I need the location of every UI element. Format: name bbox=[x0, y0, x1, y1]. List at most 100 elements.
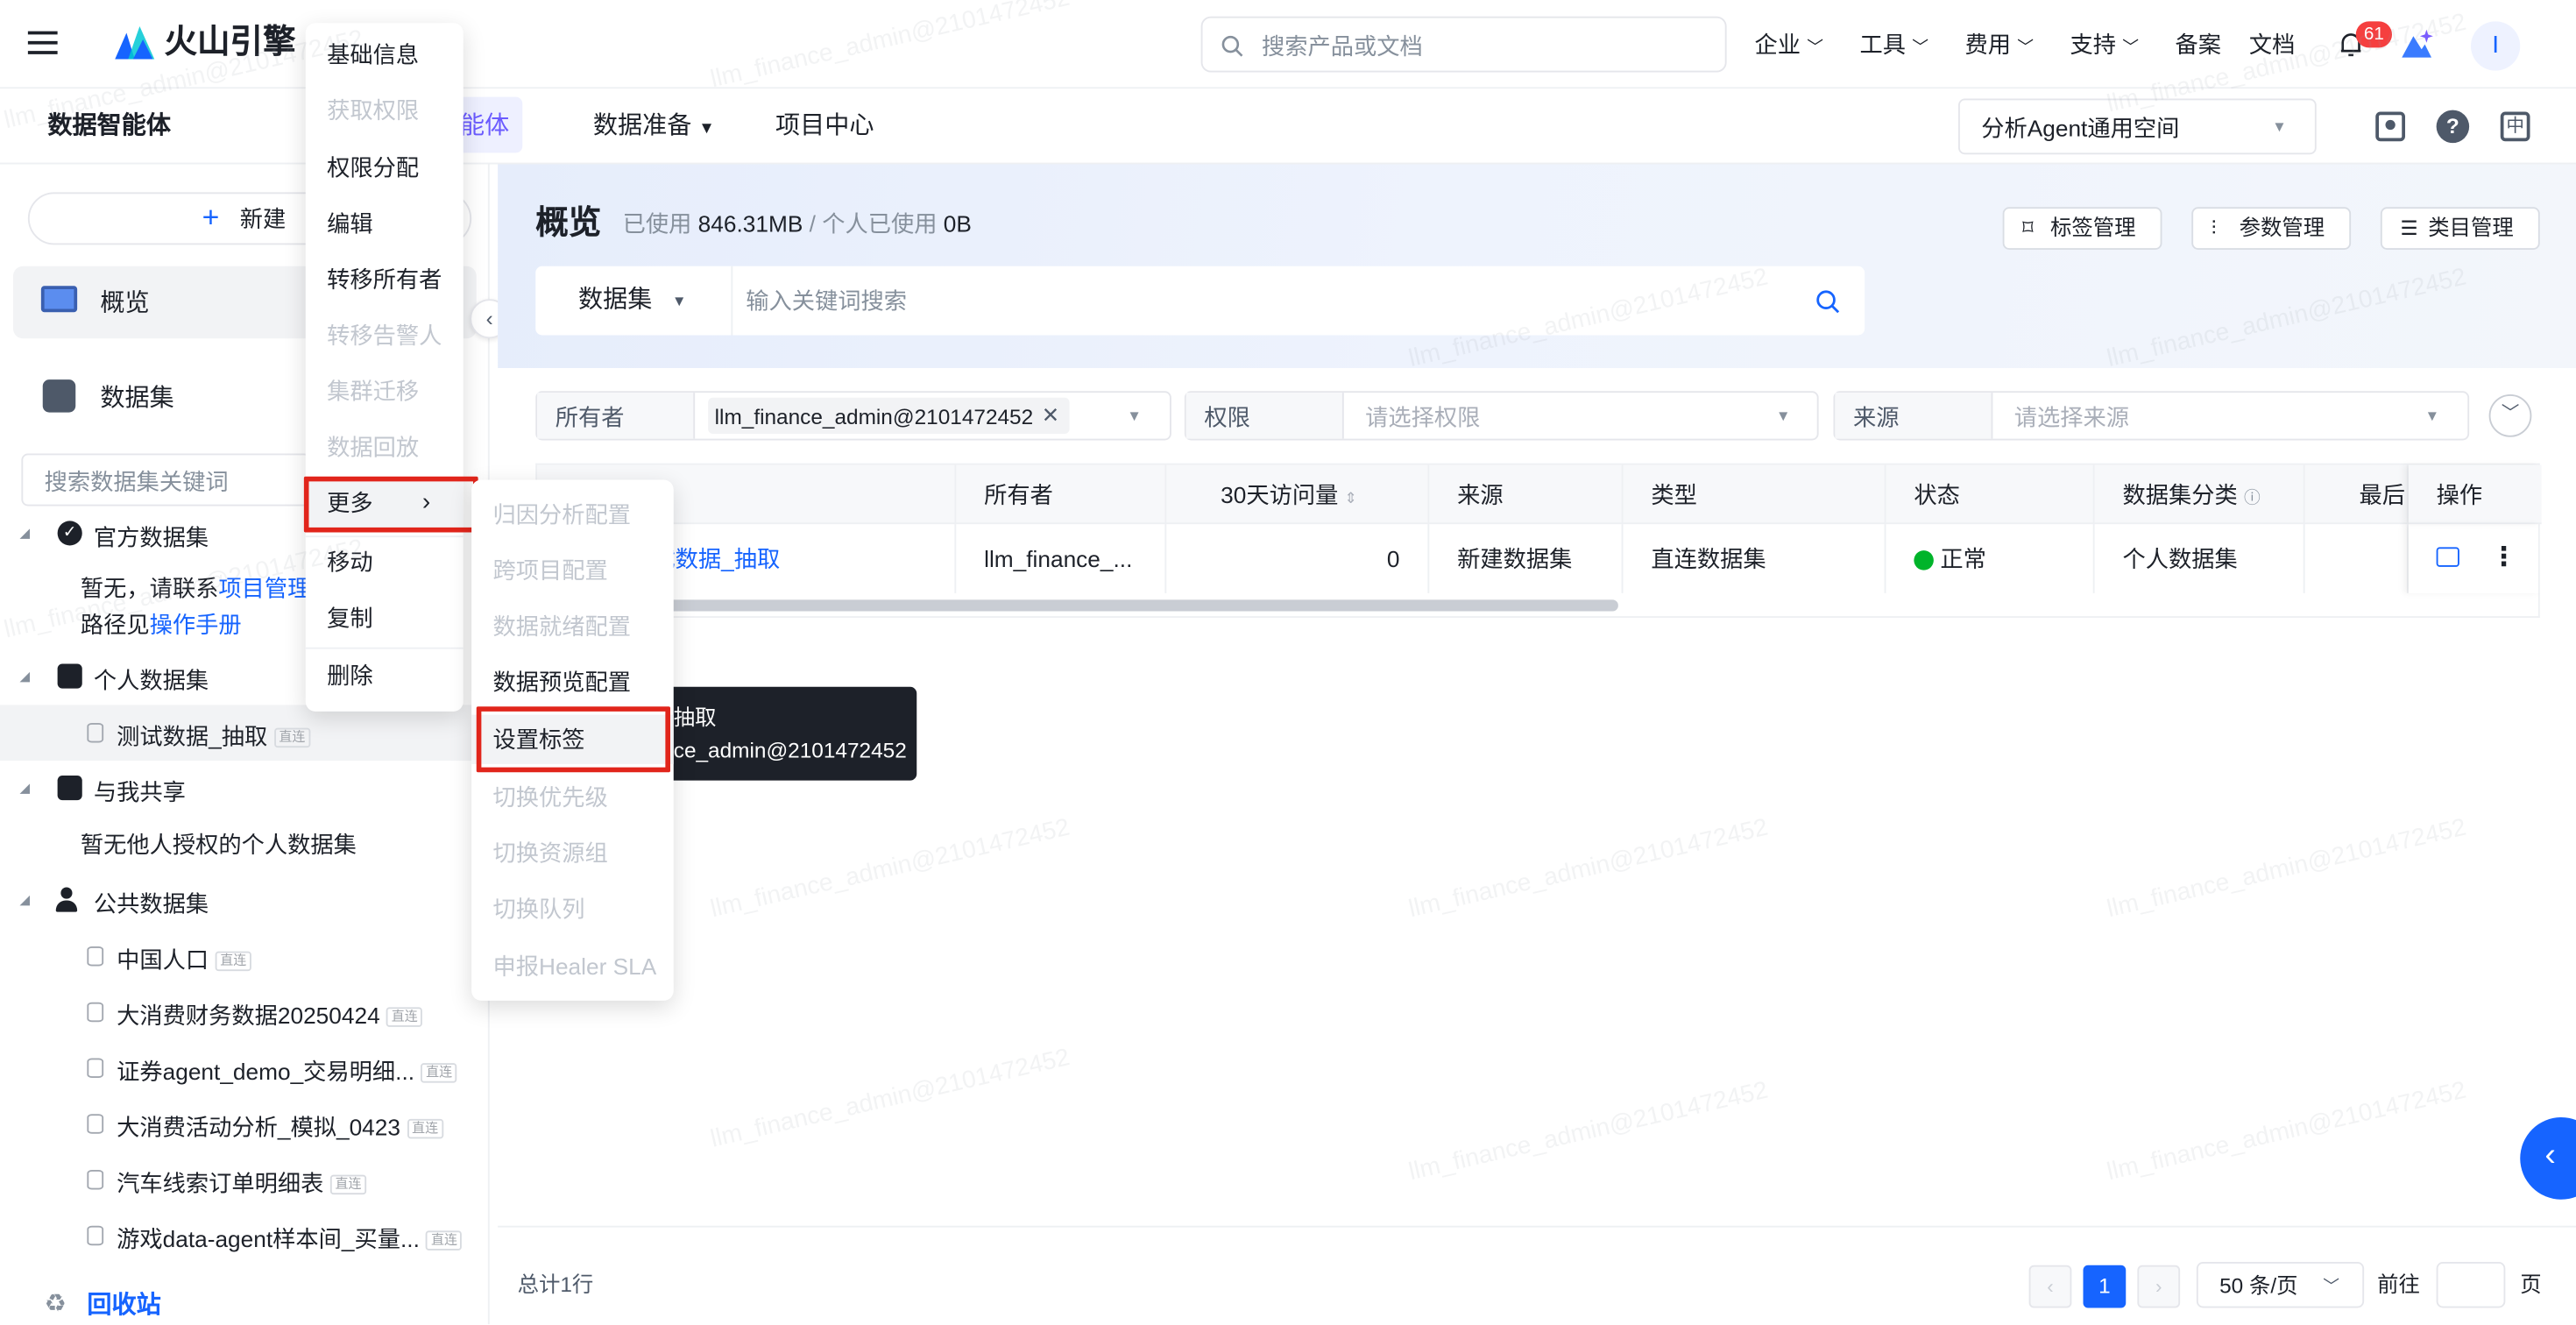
search-type-select[interactable]: 数据集 ▼ bbox=[535, 266, 733, 336]
app-window: 火山引擎 搜索产品或文档 企业 ﹀ 工具 ﹀ 费用 ﹀ 支持 ﹀ 备案 文档 6… bbox=[0, 0, 2576, 1325]
tree-item-public-dataset[interactable]: 游戏data-agent样本间_买量... 直连 bbox=[0, 1208, 490, 1264]
category-management-button[interactable]: ☰ 类目管理 bbox=[2380, 207, 2540, 250]
tree-group-public[interactable]: ◢ 公共数据集 bbox=[0, 873, 490, 929]
table-header-last[interactable]: 最后 bbox=[2305, 464, 2409, 525]
nav-docs[interactable]: 文档 bbox=[2249, 33, 2296, 56]
users-icon bbox=[55, 887, 84, 912]
database-share-icon bbox=[57, 776, 82, 801]
scrollbar-thumb[interactable] bbox=[591, 599, 1618, 612]
nav-tools-label: 工具 bbox=[1859, 31, 1907, 58]
permission-filter[interactable]: 权限 请选择权限 ▼ bbox=[1184, 391, 1819, 441]
menu-item-cluster-migrate: 集群迁移 bbox=[327, 378, 420, 405]
lineage-icon[interactable] bbox=[2436, 547, 2459, 567]
source-filter[interactable]: 来源 请选择来源 ▼ bbox=[1833, 391, 2470, 441]
menu-item-transfer-owner[interactable]: 转移所有者 bbox=[306, 255, 464, 304]
language-switch-icon[interactable]: 中 bbox=[2500, 111, 2530, 142]
prev-page-button[interactable]: ‹ bbox=[2028, 1265, 2072, 1308]
monitor-settings-icon[interactable] bbox=[2375, 111, 2405, 142]
table-header-status[interactable]: 状态 bbox=[1886, 464, 2095, 525]
tab-data-preparation-label: 数据准备 bbox=[592, 111, 692, 140]
search-icon[interactable] bbox=[1815, 289, 1840, 314]
submenu-item-preview-config[interactable]: 数据预览配置 bbox=[471, 657, 674, 706]
table-header-owner[interactable]: 所有者 bbox=[956, 464, 1167, 525]
hamburger-menu-icon[interactable] bbox=[27, 31, 58, 54]
nav-billing[interactable]: 费用 ﹀ bbox=[1965, 33, 2035, 58]
dataset-name: 测试数据_抽取 bbox=[117, 723, 268, 749]
logo-text[interactable]: 火山引擎 bbox=[165, 26, 296, 60]
caret-down-icon[interactable]: ▼ bbox=[1127, 407, 1142, 424]
nav-enterprise[interactable]: 企业 ﹀ bbox=[1755, 33, 1824, 58]
more-vertical-icon[interactable]: ⋮ bbox=[2491, 524, 2517, 593]
tree-item-public-dataset[interactable]: 证券agent_demo_交易明细... 直连 bbox=[0, 1040, 490, 1096]
ai-assistant-icon[interactable] bbox=[2399, 26, 2435, 62]
tree-item-public-dataset[interactable]: 大消费财务数据20250424 直连 bbox=[0, 984, 490, 1040]
operation-manual-link[interactable]: 操作手册 bbox=[150, 612, 242, 638]
direct-tag: 直连 bbox=[215, 952, 251, 972]
tree-item-public-dataset[interactable]: 汽车线索订单明细表 直连 bbox=[0, 1151, 490, 1208]
category-icon: ☰ bbox=[2400, 216, 2418, 240]
nav-filing[interactable]: 备案 bbox=[2176, 33, 2222, 56]
recycle-bin[interactable]: ♻ 回收站 bbox=[0, 1282, 490, 1325]
horizontal-scrollbar[interactable] bbox=[535, 592, 2540, 618]
submenu-item-switch-queue: 切换队列 bbox=[492, 895, 585, 922]
table-header-visits[interactable]: 30天访问量 ⇕ bbox=[1166, 464, 1430, 525]
expand-filters-button[interactable]: ﹀ bbox=[2488, 394, 2532, 437]
table-header-type[interactable]: 类型 bbox=[1624, 464, 1886, 525]
menu-item-copy[interactable]: 复制 bbox=[306, 593, 464, 642]
volcengine-logo-icon[interactable] bbox=[112, 23, 159, 62]
nav-support-label: 支持 bbox=[2070, 31, 2117, 58]
current-page-button[interactable]: 1 bbox=[2083, 1265, 2127, 1308]
nav-tools[interactable]: 工具 ﹀ bbox=[1860, 33, 1929, 58]
sort-icon[interactable]: ⇕ bbox=[1345, 490, 1357, 507]
nav-support[interactable]: 支持 ﹀ bbox=[2070, 33, 2140, 58]
tree-group-shared[interactable]: ◢ 与我共享 bbox=[0, 761, 490, 817]
menu-item-edit[interactable]: 编辑 bbox=[306, 199, 464, 248]
table-cell-type: 直连数据集 bbox=[1624, 524, 1886, 593]
header-source-label: 来源 bbox=[1457, 481, 1504, 508]
keyword-search-input[interactable]: 输入关键词搜索 bbox=[746, 289, 907, 312]
table-cell-owner: llm_finance_... bbox=[956, 524, 1167, 593]
header-category-label: 数据集分类 bbox=[2122, 481, 2238, 508]
menu-item-basic-info[interactable]: 基础信息 bbox=[306, 30, 464, 79]
menu-item-delete[interactable]: 删除 bbox=[306, 651, 464, 700]
user-avatar[interactable]: I bbox=[2471, 21, 2521, 71]
table-cell-visits: 0 bbox=[1166, 524, 1430, 593]
tab-data-preparation[interactable]: 数据准备 ▼ bbox=[593, 113, 715, 138]
status-label: 正常 bbox=[1940, 545, 1986, 572]
tag-management-button[interactable]: ⌑ 标签管理 bbox=[2002, 207, 2162, 250]
table-cell-status: 正常 bbox=[1886, 524, 2095, 593]
help-circle-icon[interactable]: ⓘ bbox=[2244, 490, 2261, 508]
global-search-input[interactable]: 搜索产品或文档 bbox=[1200, 16, 1727, 73]
close-icon[interactable]: ✕ bbox=[1042, 402, 1059, 429]
submenu-item-switch-priority: 切换优先级 bbox=[492, 783, 608, 811]
help-icon[interactable]: ? bbox=[2436, 110, 2470, 144]
tree-item-public-dataset[interactable]: 大消费活动分析_模拟_0423 直连 bbox=[0, 1096, 490, 1152]
tab-project-center[interactable]: 项目中心 bbox=[775, 113, 874, 138]
shared-empty-text: 暂无他人授权的个人数据集 bbox=[80, 831, 357, 858]
dataset-icon bbox=[87, 1002, 104, 1023]
tooltip-line1: 抽取 bbox=[673, 705, 717, 730]
project-management-link[interactable]: 项目管理 bbox=[218, 575, 310, 601]
caret-down-icon: ▼ bbox=[1775, 407, 1791, 424]
tree-item-public-dataset[interactable]: 中国人口 直连 bbox=[0, 928, 490, 984]
table-header-source[interactable]: 来源 bbox=[1429, 464, 1624, 525]
page-title: 概览 bbox=[535, 205, 602, 242]
personal-usage-label: / 个人已使用 bbox=[809, 210, 938, 237]
caret-down-icon: ▼ bbox=[2272, 118, 2287, 135]
header-actions-label: 操作 bbox=[2436, 481, 2483, 508]
menu-item-permission-assign[interactable]: 权限分配 bbox=[306, 143, 464, 192]
owner-filter-label-box: 所有者 bbox=[537, 393, 696, 439]
goto-page-input[interactable] bbox=[2436, 1262, 2506, 1308]
next-page-button[interactable]: › bbox=[2137, 1265, 2181, 1308]
dataset-search-input[interactable]: 搜索数据集关键词 bbox=[21, 453, 311, 507]
table-cell-last bbox=[2305, 524, 2409, 593]
owner-chip[interactable]: llm_finance_admin@2101472452 ✕ bbox=[708, 397, 1070, 434]
dataset-icon bbox=[87, 1058, 104, 1078]
menu-item-move[interactable]: 移动 bbox=[306, 537, 464, 586]
space-select[interactable]: 分析Agent通用空间 ▼ bbox=[1958, 98, 2317, 155]
menu-item-get-permission: 获取权限 bbox=[327, 96, 420, 124]
table-header-category[interactable]: 数据集分类 ⓘ bbox=[2095, 464, 2305, 525]
page-size-select[interactable]: 50 条/页 ﹀ bbox=[2196, 1262, 2365, 1308]
parameter-management-button[interactable]: ⫶ 参数管理 bbox=[2191, 207, 2352, 250]
tree-item-personal-dataset[interactable]: 测试数据_抽取 直连 bbox=[0, 705, 490, 762]
